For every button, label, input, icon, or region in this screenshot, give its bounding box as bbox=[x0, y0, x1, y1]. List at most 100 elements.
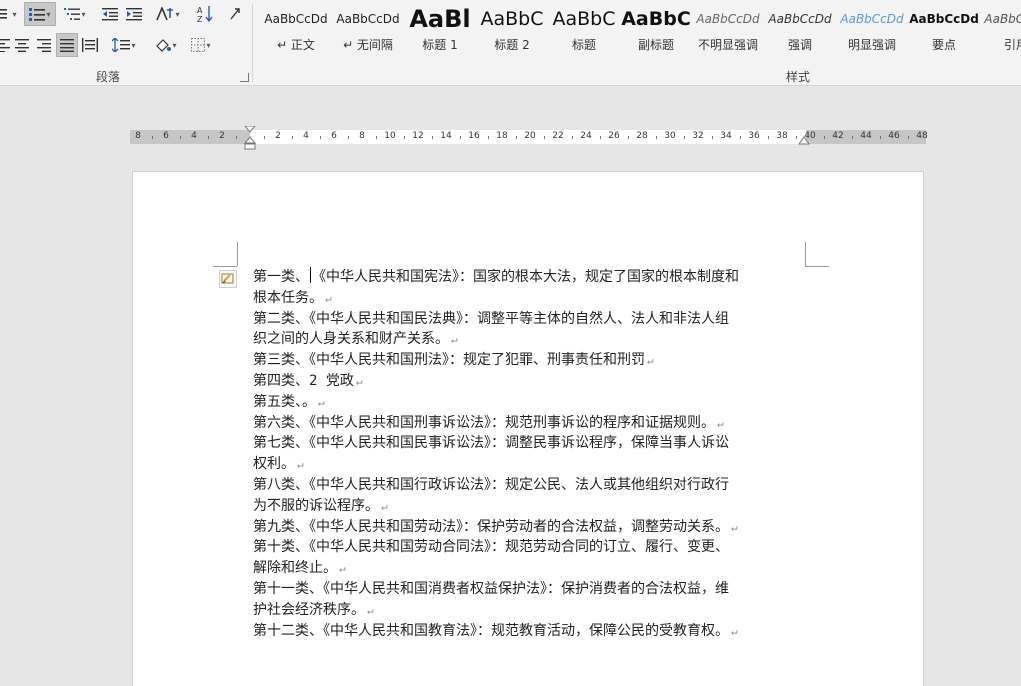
ruler-number: 18 bbox=[496, 131, 508, 141]
ruler-number: 8 bbox=[135, 131, 141, 141]
ruler-tick bbox=[320, 136, 321, 139]
style-sample: AaBbCcDd bbox=[768, 12, 832, 26]
document-line: 第十一类、《中华人民共和国消费者权益保护法》：保护消费者的合法权益，维 bbox=[253, 579, 813, 600]
ruler-number: 20 bbox=[524, 131, 536, 141]
line-text: 《中华人民共和国宪法》：国家的根本大法，规定了国家的根本制度和 bbox=[312, 269, 739, 285]
distributed-icon bbox=[82, 38, 98, 52]
ruler-number: 8 bbox=[359, 131, 365, 141]
ruler-tick bbox=[152, 136, 153, 139]
style-name: 要点 bbox=[931, 38, 956, 52]
right-indent-marker[interactable] bbox=[798, 136, 810, 146]
ruler-number: 48 bbox=[916, 131, 928, 141]
line-text: 第八类、《中华人民共和国行政诉讼法》：规定公民、法人或其他组织对行政行 bbox=[253, 476, 729, 493]
borders-button[interactable]: ▾ bbox=[186, 33, 216, 57]
multilevel-list-button[interactable]: ▾ bbox=[60, 2, 90, 26]
ruler-number: 6 bbox=[331, 131, 337, 141]
text-cursor bbox=[310, 267, 311, 283]
style-name: ↵ 正文 bbox=[277, 38, 315, 52]
ruler-tick bbox=[432, 136, 433, 139]
crop-mark-top-right-v bbox=[805, 242, 806, 266]
line-text: 解除和终止。 bbox=[253, 560, 337, 577]
document-line: 根本任务。 ↵ bbox=[253, 288, 813, 309]
ruler-tick bbox=[796, 136, 797, 139]
line-text: 护社会经济秩序。 bbox=[253, 601, 365, 618]
ruler-tick bbox=[264, 136, 265, 139]
show-marks-button[interactable] bbox=[224, 2, 246, 26]
style-item[interactable]: AaBbCcDd 要点 bbox=[908, 4, 980, 56]
horizontal-ruler[interactable]: 8 6 4 2 2 4 6 8 10 12 14 16 18 20 22 24 26 28 30 32 34 36 38 40… bbox=[130, 126, 928, 150]
align-center-button[interactable] bbox=[12, 33, 32, 57]
ruler-number: 14 bbox=[440, 131, 452, 141]
numbering-button[interactable]: ▾ bbox=[24, 2, 56, 26]
style-sample: AaBbCcDd bbox=[264, 12, 328, 26]
sort-button[interactable]: AZ bbox=[194, 2, 216, 26]
justify-button[interactable] bbox=[56, 33, 78, 57]
style-item[interactable]: AaBbCcDd ↵ 无间隔 bbox=[332, 4, 404, 56]
style-item[interactable]: AaBl 标题 1 bbox=[404, 4, 476, 56]
distributed-button[interactable] bbox=[80, 33, 100, 57]
ruler-number: 38 bbox=[776, 131, 788, 141]
ruler-tick bbox=[460, 136, 461, 139]
style-name: 不明显强调 bbox=[697, 38, 758, 52]
ruler-tick bbox=[824, 136, 825, 139]
ruler-number: 10 bbox=[384, 131, 396, 141]
multilevel-list-icon bbox=[64, 8, 81, 20]
style-name: 明显强调 bbox=[847, 38, 896, 52]
ruler-tick bbox=[292, 136, 293, 139]
increase-indent-button[interactable] bbox=[122, 2, 146, 26]
document-line: 第八类、《中华人民共和国行政诉讼法》：规定公民、法人或其他组织对行政行 bbox=[253, 475, 813, 496]
document-line: 第十类、《中华人民共和国劳动合同法》：规范劳动合同的订立、履行、变更、 bbox=[253, 537, 813, 558]
increase-indent-icon bbox=[126, 8, 142, 21]
style-item[interactable]: AaBbCcDd ↵ 正文 bbox=[260, 4, 332, 56]
paragraph-mark: ↵ bbox=[731, 520, 738, 534]
svg-text:A: A bbox=[197, 6, 203, 15]
paragraph-mark: ↵ bbox=[355, 374, 363, 388]
align-left-button[interactable] bbox=[0, 33, 10, 57]
document-body[interactable]: 第一类、 《中华人民共和国宪法》：国家的根本大法，规定了国家的根本制度和 根本任务。… bbox=[253, 267, 813, 641]
document-line: 第十二类、《中华人民共和国教育法》：规范教育活动，保障公民的受教育权。 ↵ bbox=[253, 621, 813, 642]
ruler-number: 24 bbox=[580, 131, 592, 141]
line-spacing-button[interactable]: ▾ bbox=[108, 33, 140, 57]
style-name: 强调 bbox=[787, 38, 812, 52]
document-line: 第三类、《中华人民共和国刑法》：规定了犯罪、刑事责任和刑罚 ↵ bbox=[253, 350, 813, 371]
paragraph-mark: ↵ bbox=[367, 603, 374, 617]
style-sample: AaBbC bbox=[552, 8, 616, 30]
style-item[interactable]: AaBbC 副标题 bbox=[620, 4, 692, 56]
layout-options-icon[interactable] bbox=[219, 270, 237, 288]
align-right-button[interactable] bbox=[34, 33, 54, 57]
ruler-number: 22 bbox=[552, 131, 564, 141]
chinese-layout-button[interactable]: ▾ bbox=[152, 2, 184, 26]
ruler-tick bbox=[376, 136, 377, 139]
style-item[interactable]: AaBbCcDd 强调 bbox=[764, 4, 836, 56]
paragraph-dialog-launcher[interactable] bbox=[240, 73, 249, 82]
paragraph-mark: ↵ bbox=[717, 416, 724, 430]
ruler-tick bbox=[572, 136, 573, 139]
style-item[interactable]: AaBbCcDd 明显强调 bbox=[836, 4, 908, 56]
style-item[interactable]: AaBbC 标题 2 bbox=[476, 4, 548, 56]
document-line: 第六类、《中华人民共和国刑事诉讼法》：规范刑事诉讼的程序和证据规则。 ↵ bbox=[253, 413, 813, 434]
borders-icon bbox=[191, 38, 206, 52]
ruler-number: 36 bbox=[748, 131, 760, 141]
ruler-number: 4 bbox=[191, 131, 197, 141]
indent-markers[interactable] bbox=[244, 126, 256, 154]
shading-button[interactable]: ▾ bbox=[150, 33, 182, 57]
ruler-number: 46 bbox=[888, 131, 900, 141]
style-item[interactable]: AaBbCcDd 引用 bbox=[980, 4, 1021, 56]
line-text: 为不服的诉讼程序。 bbox=[253, 497, 379, 514]
chinese-layout-icon bbox=[156, 7, 174, 21]
align-right-icon bbox=[37, 39, 51, 52]
ruler-number: 42 bbox=[832, 131, 844, 141]
line-text: 第五类、。 bbox=[253, 393, 316, 410]
decrease-indent-button[interactable] bbox=[98, 2, 122, 26]
style-item[interactable]: AaBbCcDd 不明显强调 bbox=[692, 4, 764, 56]
document-line: 织之间的人身关系和财产关系。 ↵ bbox=[253, 329, 813, 350]
line-spacing-icon bbox=[112, 38, 131, 52]
style-item[interactable]: AaBbC 标题 bbox=[548, 4, 620, 56]
paragraph-mark: ↵ bbox=[451, 333, 458, 347]
document-page[interactable]: 第一类、 《中华人民共和国宪法》：国家的根本大法，规定了国家的根本制度和 根本任务。… bbox=[132, 171, 924, 686]
style-sample: AaBbCcDd bbox=[984, 12, 1021, 26]
ribbon: ▾ ▾ ▾ ▾ AZ ▾ ▾ ▾ 段落 AaBbCcDd ↵ 正文 AaBbCc… bbox=[0, 0, 1021, 86]
style-sample: AaBbCcDd bbox=[696, 12, 760, 26]
ruler-number: 32 bbox=[692, 131, 704, 141]
bullets-button[interactable]: ▾ bbox=[0, 2, 18, 26]
